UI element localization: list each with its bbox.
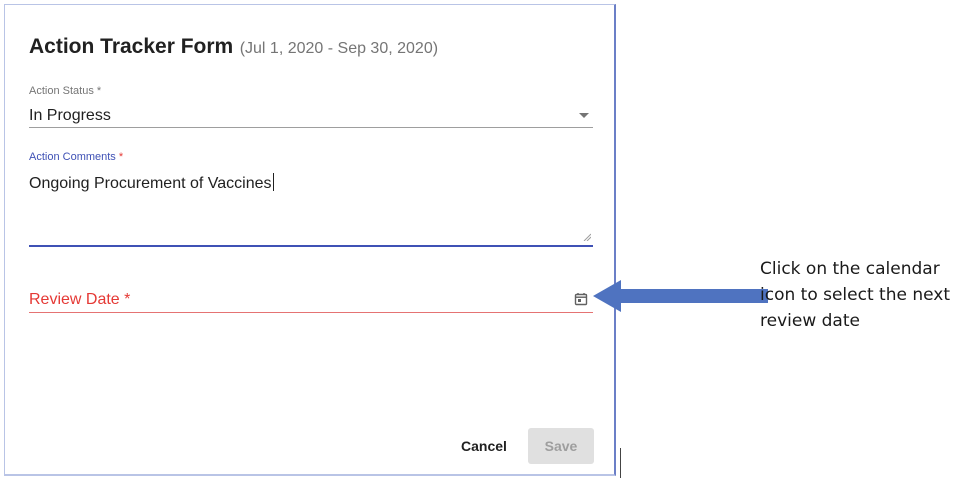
text-cursor [272, 173, 274, 191]
action-comments-label: Action Comments * [29, 151, 123, 163]
action-comments-label-text: Action Comments [29, 151, 116, 163]
required-asterisk: * [118, 151, 124, 163]
save-button[interactable]: Save [528, 428, 594, 464]
divider-line [620, 448, 621, 478]
annotation-arrow-icon [593, 280, 768, 312]
dialog-header: Action Tracker Form (Jul 1, 2020 - Sep 3… [29, 35, 438, 59]
action-status-label: Action Status * [29, 85, 102, 97]
dropdown-caret-icon[interactable] [579, 113, 589, 118]
action-status-underline [29, 127, 593, 128]
action-comments-underline [29, 245, 593, 247]
action-status-value[interactable]: In Progress [29, 107, 111, 125]
cancel-button[interactable]: Cancel [446, 429, 522, 463]
review-date-label[interactable]: Review Date * [29, 291, 130, 309]
resize-handle-icon[interactable] [583, 233, 591, 241]
calendar-icon[interactable] [574, 292, 588, 306]
form-period: (Jul 1, 2020 - Sep 30, 2020) [239, 40, 439, 57]
action-tracker-dialog: Action Tracker Form (Jul 1, 2020 - Sep 3… [4, 4, 616, 476]
action-comments-value[interactable]: Ongoing Procurement of Vaccines [29, 173, 274, 193]
review-date-underline [29, 312, 593, 313]
form-title: Action Tracker Form [29, 35, 234, 58]
annotation-note: Click on the calendar icon to select the… [760, 259, 950, 331]
action-comments-text: Ongoing Procurement of Vaccines [29, 175, 272, 192]
